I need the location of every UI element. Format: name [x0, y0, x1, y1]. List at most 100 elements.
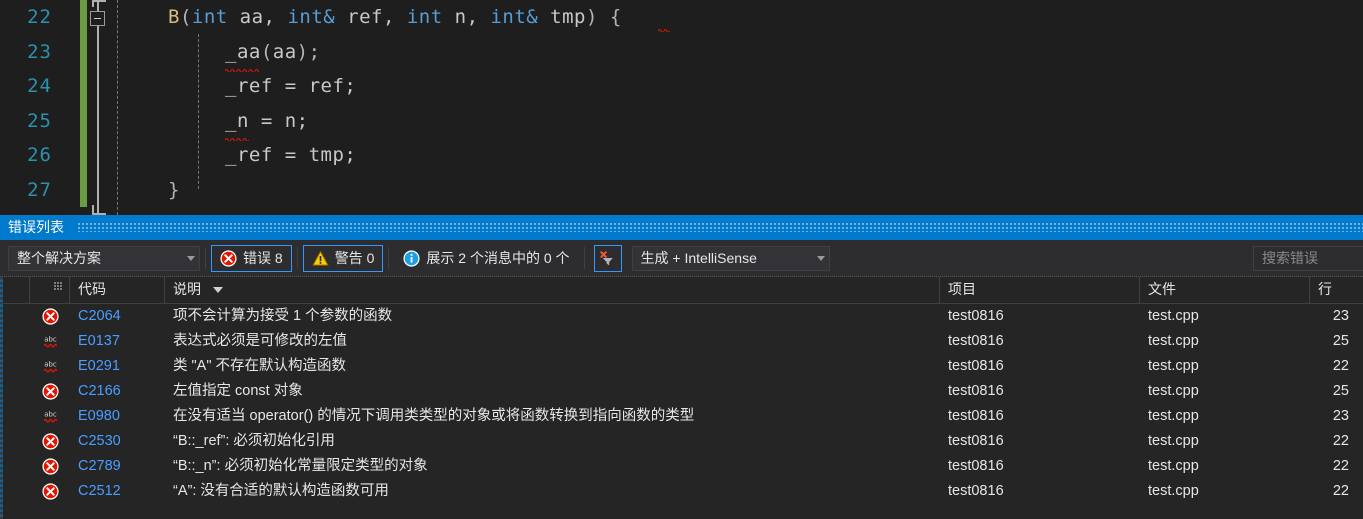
line-cell: 25 — [1332, 383, 1349, 399]
error-icon — [41, 433, 59, 450]
line-number: 26 — [27, 144, 52, 166]
error-squiggle-aa — [225, 68, 259, 72]
code-cell[interactable]: C2512 — [70, 479, 165, 504]
change-indicator-bar — [80, 138, 87, 173]
severity-cell — [30, 433, 70, 450]
table-row[interactable]: C2064 项不会计算为接受 1 个参数的函数 test0816 test.cpp 23 — [0, 304, 1363, 329]
table-row[interactable]: abc E0980 在没有适当 operator() 的情况下调用类类型的对象或将… — [0, 404, 1363, 429]
header-line-column[interactable]: 行 — [1310, 277, 1363, 303]
error-squiggle-n — [225, 137, 249, 141]
errors-filter-label: 错误 8 — [243, 250, 283, 266]
intellisense-error-icon: abc — [43, 411, 57, 423]
code-line[interactable]: 25 _n = n; — [0, 103, 1363, 138]
description-cell: 左值指定 const 对象 — [173, 383, 303, 399]
table-row[interactable]: C2166 左值指定 const 对象 test0816 test.cpp 25 — [0, 379, 1363, 404]
header-description-column[interactable]: 说明 — [165, 277, 940, 303]
description-cell: 类 "A" 不存在默认构造函数 — [173, 358, 347, 374]
code-cell[interactable]: E0137 — [70, 329, 165, 354]
change-indicator-bar — [80, 69, 87, 104]
error-list-title-bar[interactable]: 错误列表 — [0, 215, 1363, 240]
line-cell: 22 — [1332, 483, 1349, 499]
line-cell: 22 — [1332, 433, 1349, 449]
error-squiggle-brace — [658, 28, 670, 32]
code-line[interactable]: 27} — [0, 172, 1363, 207]
severity-cell — [30, 458, 70, 475]
error-icon — [41, 383, 59, 400]
project-cell: test0816 — [948, 483, 1004, 499]
code-text: _ref = ref; — [225, 75, 357, 97]
warnings-filter-label: 警告 0 — [334, 250, 375, 266]
code-cell[interactable]: C2064 — [70, 304, 165, 329]
code-line[interactable]: 24 _ref = ref; — [0, 69, 1363, 104]
scope-dropdown[interactable]: 整个解决方案 — [8, 245, 200, 271]
description-cell: 项不会计算为接受 1 个参数的函数 — [173, 308, 393, 324]
chevron-down-icon — [187, 255, 195, 261]
error-list-rows[interactable]: C2064 项不会计算为接受 1 个参数的函数 test0816 test.cpp 23… — [0, 304, 1363, 504]
code-editor[interactable]: 22 B(int aa, int& ref, int n, int& tmp) {… — [0, 0, 1363, 215]
code-cell[interactable]: C2789 — [70, 454, 165, 479]
project-cell: test0816 — [948, 383, 1004, 399]
change-indicator-bar — [80, 34, 87, 69]
errors-filter-button[interactable]: 错误 8 — [211, 244, 292, 272]
severity-cell: abc — [30, 408, 70, 425]
code-text: } — [168, 178, 180, 201]
header-project-column[interactable]: 项目 — [940, 277, 1140, 303]
change-indicator-bar — [80, 0, 87, 35]
code-cell[interactable]: C2530 — [70, 429, 165, 454]
search-input[interactable]: 搜索错误 — [1253, 246, 1363, 271]
messages-filter-button[interactable]: 展示 2 个消息中的 0 个 — [394, 245, 578, 272]
project-cell: test0816 — [948, 333, 1004, 349]
error-icon — [41, 483, 59, 500]
build-source-dropdown[interactable]: 生成 + IntelliSense — [631, 245, 830, 271]
severity-sort-icon — [54, 282, 63, 290]
line-cell: 23 — [1332, 408, 1349, 424]
warning-icon — [312, 250, 329, 266]
error-list-toolbar[interactable]: 整个解决方案 错误 8 警告 0 展示 2 个消息中的 0 个 生成 + Int… — [0, 240, 1363, 277]
line-number: 25 — [27, 109, 52, 132]
description-cell: 表达式必须是可修改的左值 — [173, 333, 347, 349]
title-bar-dot-pattern — [78, 223, 1363, 232]
clear-filter-button[interactable] — [593, 244, 622, 272]
code-text: _ref = tmp; — [225, 144, 357, 166]
code-line[interactable]: 26 _ref = tmp; — [0, 138, 1363, 173]
info-icon — [403, 249, 420, 267]
header-code-column[interactable]: 代码 — [70, 277, 165, 303]
table-row[interactable]: C2789 “B::_n”: 必须初始化常量限定类型的对象 test0816 test… — [0, 454, 1363, 479]
code-text: B(int aa, int& ref, int n, int& tmp) { — [168, 6, 622, 28]
file-cell: test.cpp — [1148, 358, 1199, 374]
error-icon — [41, 308, 59, 325]
table-row[interactable]: abc E0291 类 "A" 不存在默认构造函数 test0816 test.cpp… — [0, 354, 1363, 379]
table-row[interactable]: abc E0137 表达式必须是可修改的左值 test0816 test.cpp 25 — [0, 329, 1363, 354]
error-list-panel[interactable]: 错误列表 整个解决方案 错误 8 警告 0 展示 2 个消息中的 0 个 生成 … — [0, 215, 1363, 519]
file-cell: test.cpp — [1148, 433, 1199, 449]
description-cell: “A”: 没有合适的默认构造函数可用 — [173, 483, 389, 499]
toolbar-separator — [583, 247, 585, 269]
project-cell: test0816 — [948, 458, 1004, 474]
table-row[interactable]: C2530 “B::_ref”: 必须初始化引用 test0816 test.cpp 2… — [0, 429, 1363, 454]
toolbar-separator — [296, 247, 298, 269]
table-row[interactable]: C2512 “A”: 没有合适的默认构造函数可用 test0816 test.cpp 2… — [0, 479, 1363, 504]
header-file-column[interactable]: 文件 — [1140, 277, 1310, 303]
svg-text:abc: abc — [44, 336, 57, 344]
panel-left-dotted-edge — [0, 277, 3, 519]
line-cell: 22 — [1332, 458, 1349, 474]
project-cell: test0816 — [948, 308, 1004, 324]
code-cell[interactable]: C2166 — [70, 379, 165, 404]
error-list-header-row[interactable]: 代码 说明 项目 文件 行 — [0, 277, 1363, 304]
severity-cell — [30, 308, 70, 325]
messages-filter-label: 展示 2 个消息中的 0 个 — [426, 250, 570, 266]
description-cell: “B::_ref”: 必须初始化引用 — [173, 433, 335, 449]
severity-cell: abc — [30, 358, 70, 375]
code-text: _n = n; — [225, 109, 309, 132]
file-cell: test.cpp — [1148, 383, 1199, 399]
line-cell: 25 — [1332, 333, 1349, 349]
code-line[interactable]: 22 B(int aa, int& ref, int n, int& tmp) { — [0, 0, 1363, 35]
error-icon — [220, 249, 237, 267]
header-severity-column[interactable] — [30, 277, 70, 303]
code-cell[interactable]: E0980 — [70, 404, 165, 429]
code-line[interactable]: 23 _aa(aa); — [0, 34, 1363, 69]
code-cell[interactable]: E0291 — [70, 354, 165, 379]
svg-text:abc: abc — [44, 361, 57, 369]
warnings-filter-button[interactable]: 警告 0 — [302, 244, 384, 272]
scope-dropdown-value: 整个解决方案 — [17, 250, 101, 266]
